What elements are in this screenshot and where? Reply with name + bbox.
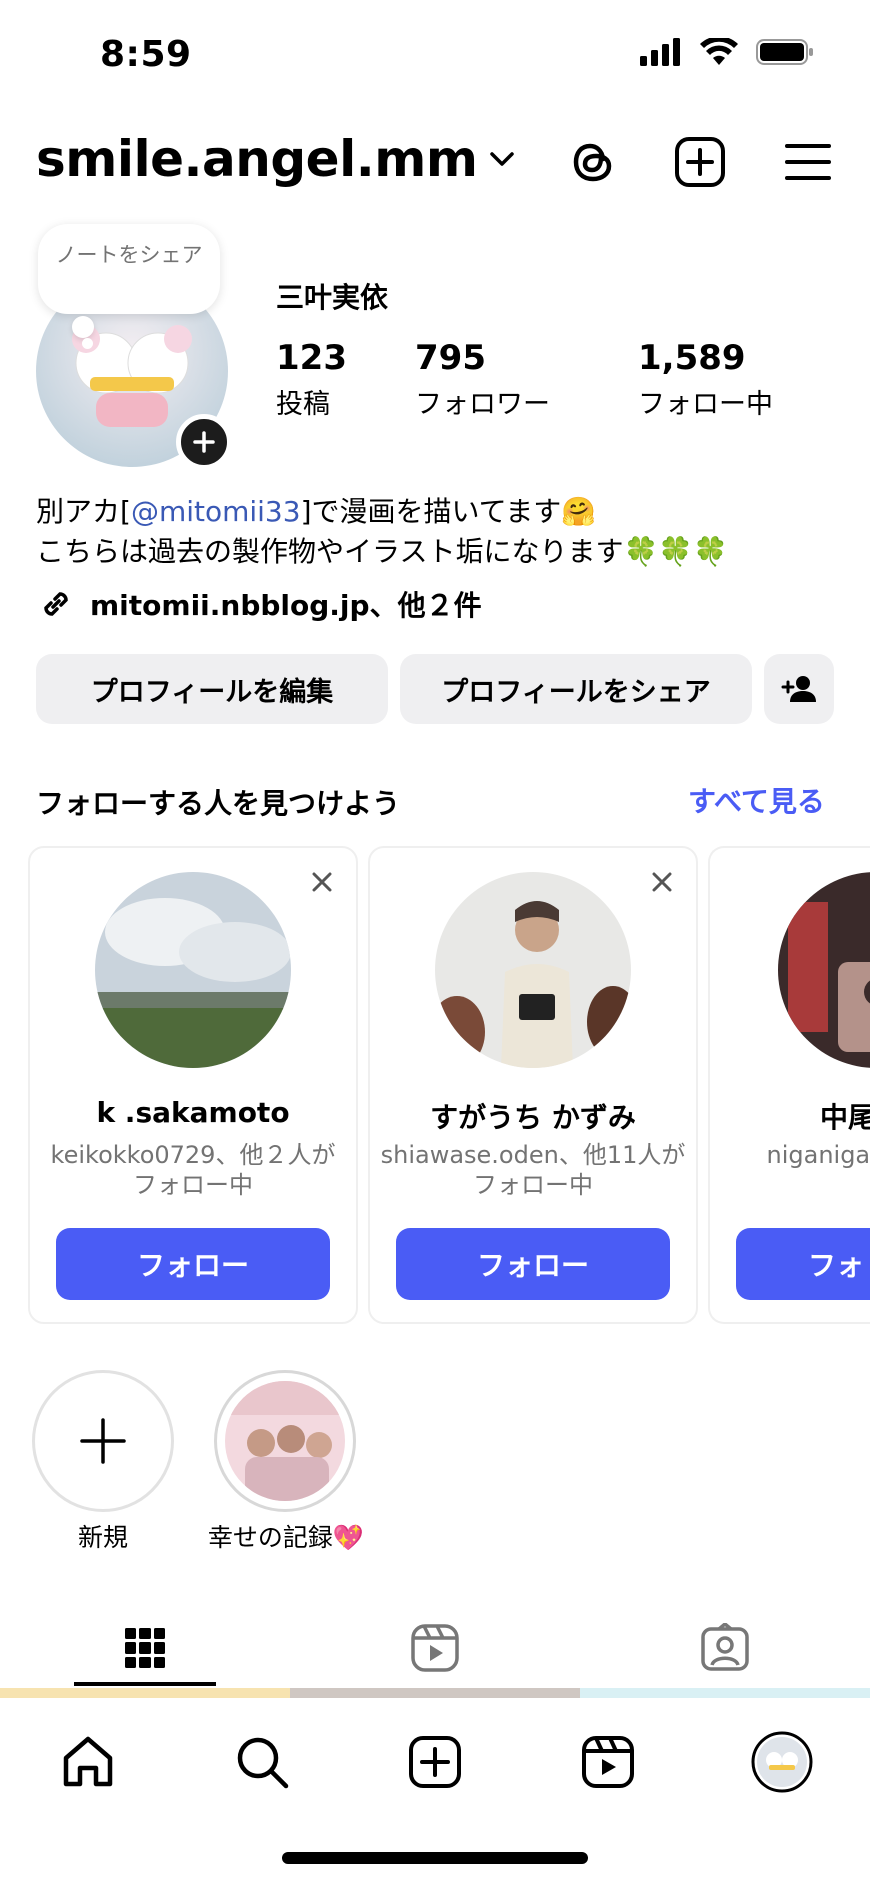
stat-label: 投稿: [276, 389, 330, 420]
close-icon: [652, 872, 672, 892]
stat-label: フォロー中: [638, 389, 773, 420]
new-highlight-button[interactable]: [32, 1370, 174, 1512]
tab-grid[interactable]: [0, 1610, 290, 1686]
tagged-icon: [701, 1623, 749, 1671]
home-icon: [63, 1736, 113, 1787]
username-label: smile.angel.mm: [36, 130, 478, 188]
profile-avatar-icon: [751, 1731, 813, 1793]
follow-button[interactable]: フォ: [736, 1228, 870, 1300]
suggestion-context: shiawase.oden、他11人がフォロー中: [380, 1141, 686, 1199]
bio: 別アカ[@mitomii33]で漫画を描いてます🤗 こちらは過去の製作物やイラス…: [36, 492, 836, 572]
dismiss-suggestion-button[interactable]: [306, 866, 338, 898]
link-icon: [44, 592, 68, 616]
bio-link[interactable]: mitomii.nbblog.jp、他２件: [36, 584, 482, 624]
full-name: 三叶実依: [276, 281, 389, 314]
highlight-label: 幸せの記録💖: [207, 1523, 365, 1552]
reels-icon: [411, 1624, 459, 1672]
signal-icon: [640, 38, 680, 66]
post-thumbnail[interactable]: [0, 1688, 290, 1698]
content-tabs: [0, 1610, 870, 1686]
note-bubble[interactable]: ノートをシェア: [38, 224, 220, 314]
bio-text: ]で漫画を描いてます🤗: [300, 495, 597, 528]
stat-followers[interactable]: 795 フォロワー: [415, 338, 550, 421]
search-icon: [237, 1737, 289, 1789]
suggestion-avatar[interactable]: [95, 872, 291, 1068]
dismiss-suggestion-button[interactable]: [646, 866, 678, 898]
wifi-icon: [700, 38, 738, 65]
bio-link-text: mitomii.nbblog.jp、他２件: [90, 589, 482, 622]
plus-icon: [193, 431, 215, 453]
account-switcher[interactable]: smile.angel.mm: [36, 130, 515, 188]
suggestion-card[interactable]: すがうち かずみ shiawase.oden、他11人がフォロー中 フォロー: [368, 846, 698, 1324]
note-bubble-tail: [72, 316, 94, 338]
plus-icon: [80, 1418, 126, 1464]
follow-button[interactable]: フォロー: [56, 1228, 330, 1300]
suggestion-name[interactable]: 中尾: [820, 1096, 870, 1136]
close-icon: [312, 872, 332, 892]
nav-create[interactable]: [399, 1726, 471, 1798]
status-icons: [640, 38, 814, 66]
home-indicator: [282, 1852, 588, 1864]
stat-value: 1,589: [638, 338, 746, 378]
nav-home[interactable]: [52, 1726, 124, 1798]
battery-icon: [756, 39, 813, 65]
create-icon: [409, 1736, 461, 1788]
highlight-item[interactable]: [214, 1370, 356, 1512]
edit-profile-button[interactable]: プロフィールを編集: [36, 654, 388, 724]
stat-value: 123: [276, 338, 347, 378]
stat-value: 795: [415, 338, 486, 378]
bio-text: 別アカ[: [36, 495, 131, 528]
bio-line-2: こちらは過去の製作物やイラスト垢になります🍀🍀🍀: [36, 535, 729, 568]
suggestion-name[interactable]: k .sakamoto: [30, 1096, 356, 1129]
tab-reels[interactable]: [290, 1610, 580, 1686]
suggestion-card[interactable]: k .sakamoto keikokko0729、他２人がフォロー中 フォロー: [28, 846, 358, 1324]
see-all-link[interactable]: すべて見る: [688, 780, 825, 820]
suggestions-title: フォローする人を見つけよう: [36, 787, 401, 820]
nav-reels[interactable]: [572, 1726, 644, 1798]
posts-grid-preview: [0, 1688, 870, 1698]
suggestion-context: niganigasu がフォ: [766, 1141, 870, 1169]
stat-label: フォロワー: [415, 389, 550, 420]
add-story-button[interactable]: [176, 414, 232, 470]
chevron-down-icon: [490, 152, 515, 166]
reels-icon: [582, 1736, 634, 1788]
stat-following[interactable]: 1,589 フォロー中: [638, 338, 773, 421]
tab-tagged[interactable]: [580, 1610, 870, 1686]
highlight-label: 新規: [77, 1523, 128, 1552]
nav-search[interactable]: [226, 1726, 298, 1798]
add-person-icon: [781, 676, 816, 702]
menu-icon[interactable]: [780, 134, 836, 190]
post-thumbnail[interactable]: [290, 1688, 580, 1698]
bio-mention-link[interactable]: @mitomii33: [131, 495, 301, 528]
suggestion-name[interactable]: すがうち かずみ: [370, 1096, 696, 1136]
status-time: 8:59: [100, 34, 192, 75]
suggestion-avatar[interactable]: [435, 872, 631, 1068]
highlight-cover: [225, 1381, 345, 1501]
share-profile-button[interactable]: プロフィールをシェア: [400, 654, 752, 724]
suggestion-context: keikokko0729、他２人がフォロー中: [50, 1141, 336, 1199]
create-icon[interactable]: [672, 134, 728, 190]
discover-people-button[interactable]: [764, 654, 834, 724]
stat-posts[interactable]: 123 投稿: [276, 338, 347, 421]
note-bubble-tail-small: [82, 338, 93, 349]
suggestion-card[interactable]: 中尾 niganigasu がフォ フォ: [708, 846, 870, 1324]
bio-line-1: 別アカ[@mitomii33]で漫画を描いてます🤗: [36, 492, 836, 532]
nav-profile[interactable]: [746, 1726, 818, 1798]
suggestion-avatar[interactable]: [778, 872, 870, 1068]
active-tab-indicator: [74, 1682, 216, 1686]
follow-button[interactable]: フォロー: [396, 1228, 670, 1300]
post-thumbnail[interactable]: [580, 1688, 870, 1698]
threads-icon[interactable]: [565, 134, 621, 190]
grid-icon: [125, 1628, 165, 1668]
